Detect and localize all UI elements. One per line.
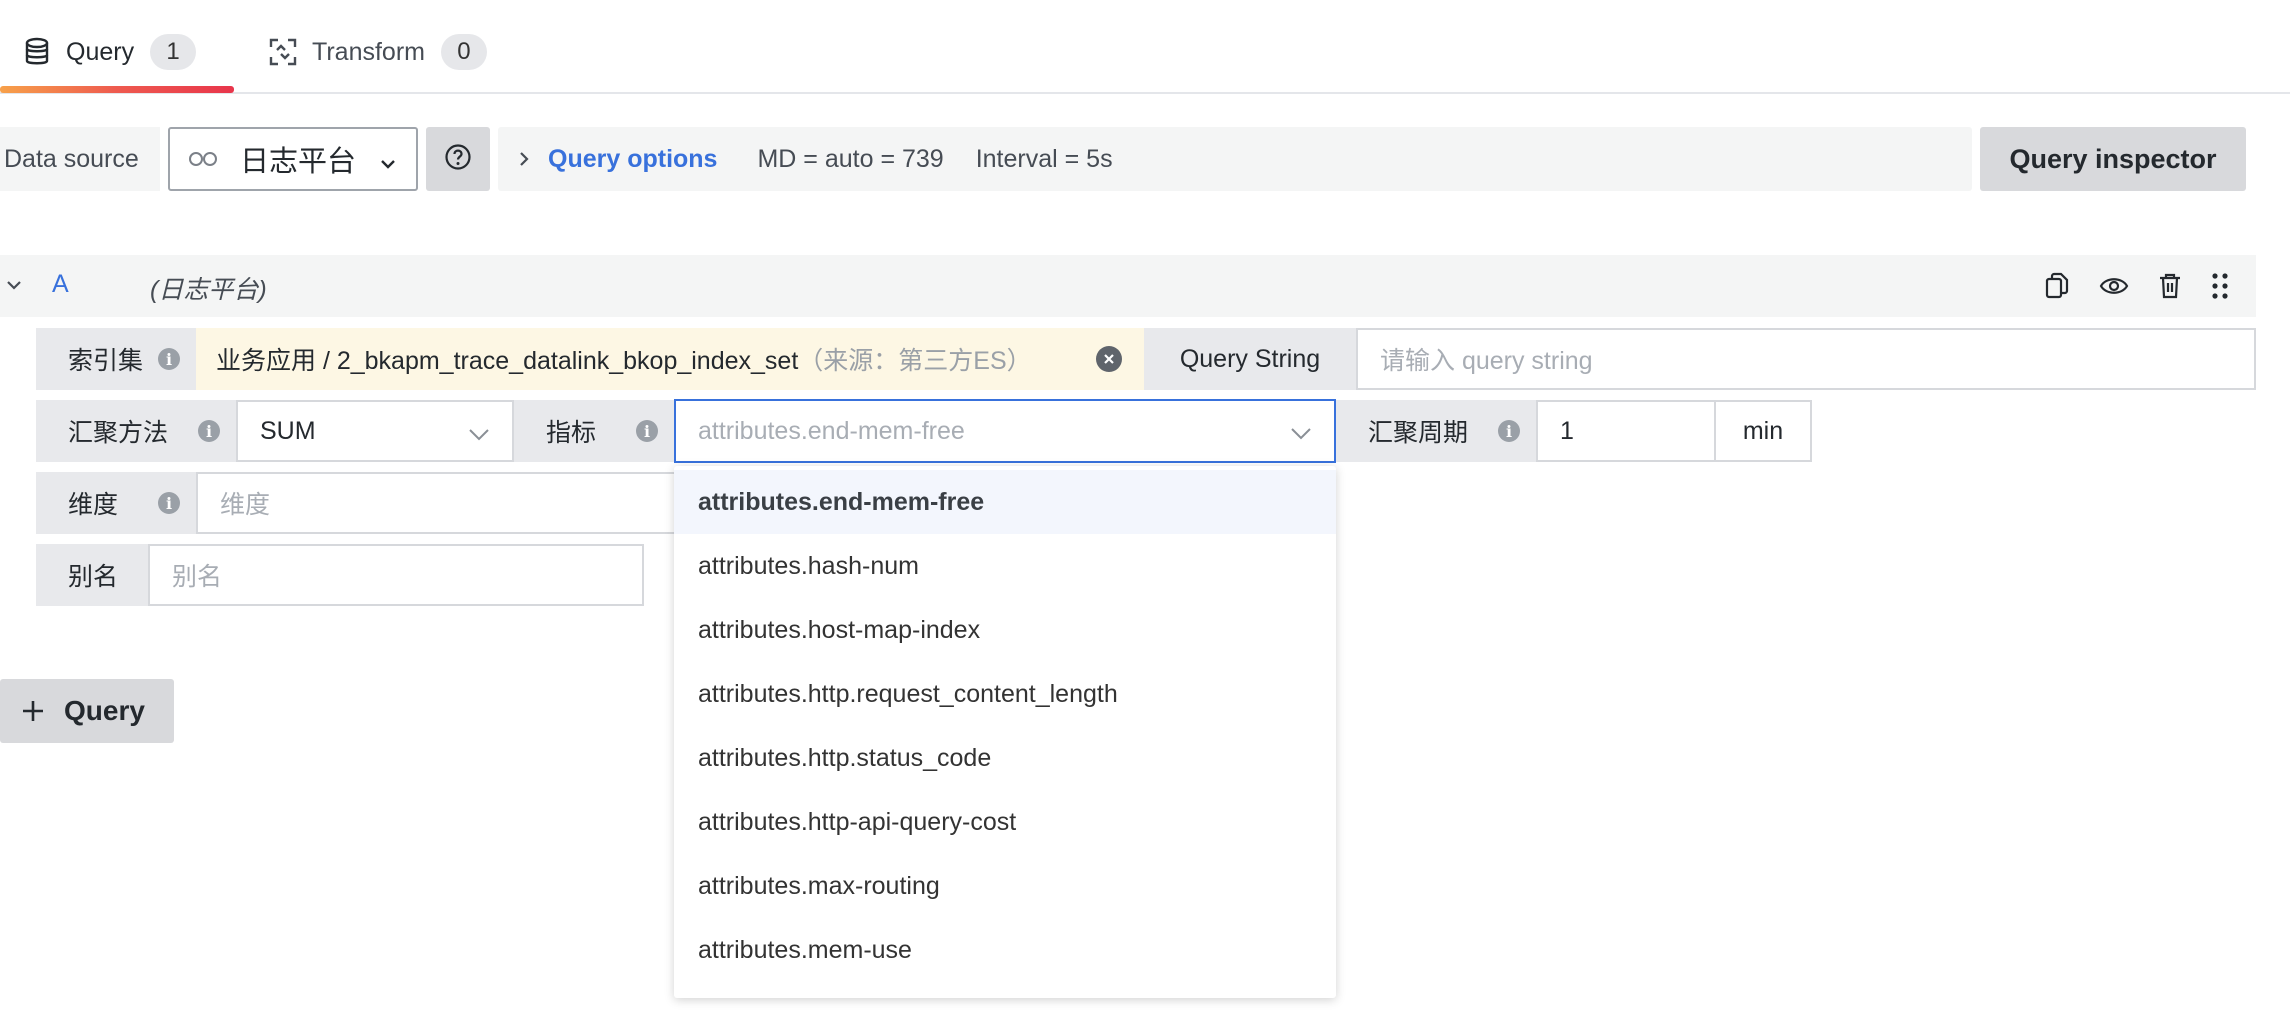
index-set-select[interactable]: 业务应用 / 2_bkapm_trace_datalink_bkop_index… <box>196 328 1144 390</box>
agg-method-label-text: 汇聚方法 <box>68 419 169 447</box>
alias-input[interactable]: 别名 <box>148 544 644 606</box>
agg-method-label: 汇聚方法 i <box>36 400 236 462</box>
index-set-value: 业务应用 / 2_bkapm_trace_datalink_bkop_index… <box>216 347 799 375</box>
duplicate-icon[interactable] <box>2040 269 2074 303</box>
dropdown-option[interactable]: attributes.max-routing <box>674 854 1336 918</box>
query-options-bar[interactable]: Query options MD = auto = 739 Interval =… <box>498 127 1972 191</box>
agg-period-value: 1 <box>1560 416 1574 445</box>
alias-label-text: 别名 <box>68 563 119 591</box>
info-icon[interactable]: i <box>158 348 180 370</box>
datasource-picker[interactable]: 日志平台 <box>168 127 418 191</box>
dropdown-option[interactable]: attributes.http.status_code <box>674 726 1336 790</box>
add-query-label: Query <box>64 695 145 726</box>
chevron-down-icon <box>1288 421 1314 440</box>
editor-tabs: Query 1 Transform 0 <box>0 0 2290 94</box>
datasource-selected: 日志平台 <box>240 146 357 178</box>
clear-icon[interactable] <box>1096 346 1122 372</box>
dimension-label-text: 维度 <box>68 491 119 519</box>
chevron-down-icon <box>466 422 492 441</box>
metric-label: 指标 i <box>514 400 674 462</box>
add-query-button[interactable]: Query <box>0 679 174 743</box>
dropdown-option[interactable]: attributes.hash-num <box>674 534 1336 598</box>
drag-handle-icon[interactable] <box>2203 269 2237 303</box>
chevron-right-icon <box>514 149 534 169</box>
eye-icon[interactable] <box>2097 269 2131 303</box>
info-icon[interactable]: i <box>636 420 658 442</box>
dropdown-option[interactable]: attributes.http-api-query-cost <box>674 790 1336 854</box>
metric-placeholder: attributes.end-mem-free <box>698 416 965 445</box>
dimension-select[interactable]: 维度 <box>196 472 696 534</box>
datasource-logo-icon <box>188 147 224 171</box>
tab-query-count: 1 <box>150 34 197 70</box>
alias-placeholder: 别名 <box>172 563 223 591</box>
query-string-label: Query String <box>1144 328 1356 390</box>
question-circle-icon <box>444 143 472 176</box>
info-icon[interactable]: i <box>158 492 180 514</box>
datasource-row: Data source 日志平台 Query options MD = auto… <box>0 127 2290 191</box>
dropdown-option[interactable]: attributes.mem-use <box>674 918 1336 982</box>
query-string-placeholder: 请输入 query string <box>1380 347 1593 375</box>
max-data-points: MD = auto = 739 <box>757 144 944 173</box>
tab-transform[interactable]: Transform 0 <box>266 32 487 72</box>
index-set-label-text: 索引集 <box>68 347 144 375</box>
dropdown-option[interactable]: attributes.http.request_content_length <box>674 662 1336 726</box>
agg-method-value: SUM <box>260 416 316 445</box>
database-icon <box>20 35 54 69</box>
metric-select[interactable]: attributes.end-mem-free <box>674 399 1336 463</box>
query-inspector-button[interactable]: Query inspector <box>1980 127 2246 191</box>
metric-label-text: 指标 <box>546 419 597 447</box>
plus-icon <box>20 698 46 724</box>
dimension-label: 维度 i <box>36 472 196 534</box>
dropdown-option[interactable]: attributes.host-map-index <box>674 598 1336 662</box>
help-button[interactable] <box>426 127 490 191</box>
agg-period-input[interactable]: 1 <box>1536 400 1716 462</box>
tab-transform-count: 0 <box>440 34 487 70</box>
dimension-placeholder: 维度 <box>220 491 271 519</box>
agg-period-unit: min <box>1714 400 1812 462</box>
info-icon[interactable]: i <box>1498 420 1520 442</box>
agg-method-select[interactable]: SUM <box>236 400 514 462</box>
metric-dropdown: attributes.end-mem-free attributes.hash-… <box>674 466 1336 998</box>
query-ref-id[interactable]: A <box>52 270 69 299</box>
info-icon[interactable]: i <box>198 420 220 442</box>
query-row-header: A (日志平台) <box>0 255 2256 317</box>
agg-period-label-text: 汇聚周期 <box>1368 419 1469 447</box>
query-string-input[interactable]: 请输入 query string <box>1356 328 2256 390</box>
dropdown-option[interactable]: attributes.end-mem-free <box>674 470 1336 534</box>
trash-icon[interactable] <box>2153 269 2187 303</box>
collapse-chevron-icon[interactable] <box>2 273 26 297</box>
datasource-label: Data source <box>0 127 160 191</box>
query-options-link[interactable]: Query options <box>548 145 717 174</box>
chevron-down-icon <box>378 149 398 169</box>
tab-query-label: Query <box>66 37 135 66</box>
tab-query[interactable]: Query 1 <box>20 32 197 72</box>
active-tab-indicator <box>0 86 234 93</box>
transform-icon <box>266 35 300 69</box>
alias-label: 别名 <box>36 544 148 606</box>
agg-period-label: 汇聚周期 i <box>1336 400 1536 462</box>
index-set-source: （来源：第三方ES） <box>798 347 1032 375</box>
query-datasource-name: (日志平台) <box>150 276 267 304</box>
tab-transform-label: Transform <box>312 37 425 66</box>
index-set-label: 索引集 i <box>36 328 196 390</box>
interval-value: Interval = 5s <box>975 144 1113 173</box>
agg-period-unit-text: min <box>1742 416 1784 445</box>
